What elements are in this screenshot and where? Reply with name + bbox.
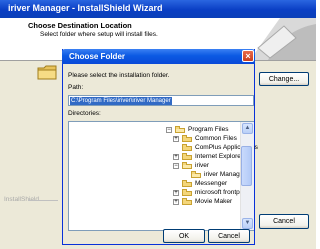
folder-icon xyxy=(182,135,192,142)
tree-item-label: Program Files xyxy=(188,126,229,133)
tree-item[interactable]: − iriver xyxy=(173,161,209,170)
change-button[interactable]: Change... xyxy=(259,72,309,86)
tree-item[interactable]: + Common Files xyxy=(173,134,237,143)
tree-item-label: Internet Explorer xyxy=(195,153,244,160)
folder-icon xyxy=(182,189,192,196)
folder-icon xyxy=(175,126,185,133)
ok-button[interactable]: OK xyxy=(163,229,205,243)
folder-icon xyxy=(182,180,192,187)
expand-icon[interactable]: + xyxy=(173,135,179,142)
tree-item-label: Messenger xyxy=(195,180,228,187)
folder-icon xyxy=(182,144,192,151)
tree-item[interactable]: Messenger xyxy=(173,179,227,188)
close-icon[interactable]: × xyxy=(242,50,254,62)
expand-icon[interactable]: + xyxy=(173,153,179,160)
dialog-title: Choose Folder xyxy=(69,52,126,61)
footer-divider xyxy=(28,200,58,201)
path-label: Path: xyxy=(68,84,84,91)
collapse-icon[interactable]: − xyxy=(173,162,179,169)
tree-item-label: Common Files xyxy=(195,135,237,142)
tree-item[interactable]: + Movie Maker xyxy=(173,197,232,206)
installer-cancel-button[interactable]: Cancel xyxy=(259,214,309,229)
installer-title: iriver Manager - InstallShield Wizard xyxy=(8,3,163,13)
tree-item[interactable]: − Program Files xyxy=(166,125,228,134)
scroll-down-icon[interactable]: ▼ xyxy=(242,218,253,229)
folder-icon xyxy=(182,153,192,160)
header-title: Choose Destination Location xyxy=(28,21,132,30)
folder-icon xyxy=(182,162,192,169)
tree-item[interactable]: + microsoft frontpage xyxy=(173,188,251,197)
scroll-up-icon[interactable]: ▲ xyxy=(242,123,253,134)
expand-icon[interactable]: + xyxy=(173,189,179,196)
folder-icon xyxy=(37,65,57,80)
tree-item-label: Movie Maker xyxy=(195,198,233,205)
collapse-icon[interactable]: − xyxy=(166,126,172,133)
tree-item-label: iriver xyxy=(195,162,210,169)
scroll-thumb[interactable] xyxy=(241,146,252,186)
dialog-cancel-button[interactable]: Cancel xyxy=(208,229,250,243)
path-value: C:\Program Files\iriver\iriver Manager xyxy=(70,97,172,105)
directories-label: Directories: xyxy=(68,110,101,117)
tree-item[interactable]: + Internet Explorer xyxy=(173,152,243,161)
folder-icon xyxy=(182,198,192,205)
folder-icon xyxy=(191,171,201,178)
expand-icon[interactable]: + xyxy=(173,198,179,205)
tree-item[interactable]: iriver Manager xyxy=(182,170,246,179)
dialog-prompt: Please select the installation folder. xyxy=(68,72,170,79)
header-subtitle: Select folder where setup will install f… xyxy=(40,31,158,38)
